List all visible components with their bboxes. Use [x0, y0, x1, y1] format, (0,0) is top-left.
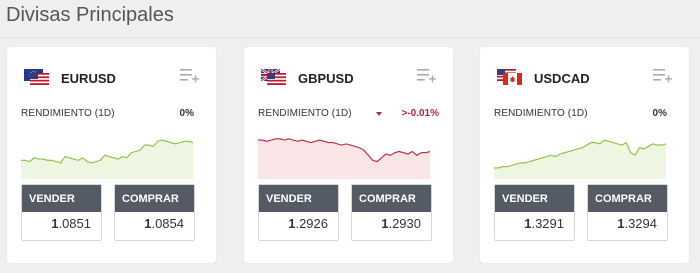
sparkline-chart	[258, 138, 430, 179]
buy-button[interactable]: COMPRAR 1.2930	[351, 184, 432, 241]
sell-label: VENDER	[22, 185, 101, 212]
currency-pair-label: USDCAD	[534, 71, 590, 86]
currency-card-usdcad[interactable]: USDCAD RENDIMIENTO (1D) 0% VENDER 1.3291…	[480, 47, 689, 263]
currency-pair-label: GBPUSD	[298, 71, 354, 86]
sell-price: 1.0851	[51, 216, 91, 231]
sell-price: 1.3291	[524, 216, 564, 231]
sell-label: VENDER	[495, 185, 574, 212]
buy-button[interactable]: COMPRAR 1.3294	[587, 184, 668, 241]
buy-button[interactable]: COMPRAR 1.0854	[114, 184, 195, 241]
title-divider	[0, 37, 700, 38]
gb-us-flag-icon	[261, 69, 286, 85]
sparkline-fill	[494, 140, 666, 179]
add-to-list-icon[interactable]	[653, 67, 673, 83]
buy-price: 1.2930	[381, 216, 421, 231]
performance-value: 0%	[652, 108, 667, 119]
sell-label: VENDER	[259, 185, 338, 212]
performance-label: RENDIMIENTO (1D)	[21, 108, 115, 119]
buy-label: COMPRAR	[588, 185, 667, 212]
buy-label: COMPRAR	[115, 185, 194, 212]
performance-value: >-0.01%	[401, 108, 439, 119]
buy-label: COMPRAR	[352, 185, 431, 212]
currency-card-eurusd[interactable]: EURUSD RENDIMIENTO (1D) 0% VENDER 1.0851…	[7, 47, 216, 263]
performance-label: RENDIMIENTO (1D)	[494, 108, 588, 119]
sell-button[interactable]: VENDER 1.3291	[494, 184, 575, 241]
sell-button[interactable]: VENDER 1.0851	[21, 184, 102, 241]
us-ca-flag-icon	[497, 69, 522, 85]
performance-value: 0%	[179, 108, 194, 119]
add-to-list-icon[interactable]	[417, 67, 437, 83]
sparkline-chart	[21, 139, 193, 179]
sparkline-chart	[494, 139, 666, 179]
currency-pair-label: EURUSD	[61, 71, 116, 86]
performance-label: RENDIMIENTO (1D)	[258, 108, 352, 119]
buy-price: 1.0854	[144, 216, 184, 231]
down-arrow-icon	[376, 112, 382, 116]
section-title: Divisas Principales	[6, 4, 174, 26]
sell-button[interactable]: VENDER 1.2926	[258, 184, 339, 241]
buy-price: 1.3294	[617, 216, 657, 231]
sell-price: 1.2926	[288, 216, 328, 231]
currency-card-gbpusd[interactable]: GBPUSD RENDIMIENTO (1D) >-0.01% VENDER 1…	[244, 47, 453, 263]
add-to-list-icon[interactable]	[180, 67, 200, 83]
eu-us-flag-icon	[24, 69, 49, 85]
